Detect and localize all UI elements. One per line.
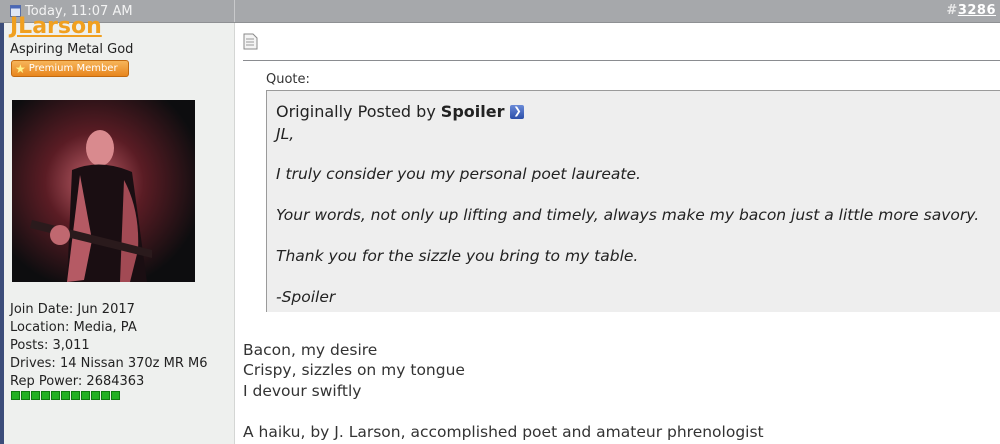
- post-divider: [243, 60, 1000, 61]
- quote-label: Quote:: [266, 72, 310, 87]
- reputation-bar: [11, 391, 120, 400]
- post-header-bar: Today, 11:07 AM #3286: [0, 0, 1000, 23]
- quote-author: Spoiler: [440, 102, 505, 121]
- rep-pip: [101, 391, 110, 400]
- rep-pip: [71, 391, 80, 400]
- quote-line: JL,: [276, 125, 295, 143]
- star-icon: ★: [15, 61, 26, 76]
- avatar-image: [12, 100, 195, 282]
- rep-pip: [31, 391, 40, 400]
- post-text-line: Bacon, my desire: [243, 341, 378, 359]
- username-link[interactable]: JLarson: [10, 14, 102, 39]
- post-count: Posts: 3,011: [10, 338, 90, 353]
- rep-pip: [21, 391, 30, 400]
- post-number-link[interactable]: 3286: [958, 3, 996, 18]
- quote-line: I truly consider you my personal poet la…: [276, 165, 641, 183]
- post-number: #3286: [946, 0, 996, 22]
- quote-line: Your words, not only up lifting and time…: [276, 206, 980, 224]
- user-title: Aspiring Metal God: [10, 42, 134, 57]
- view-post-arrow-icon[interactable]: ❯: [510, 104, 525, 119]
- premium-badge-label: Premium Member: [28, 63, 118, 74]
- post-icon: [243, 33, 258, 50]
- rep-pip: [61, 391, 70, 400]
- rep-pip: [91, 391, 100, 400]
- header-divider: [234, 0, 235, 22]
- rep-pip: [51, 391, 60, 400]
- quote-box: Originally Posted by Spoiler ❯ JL, I tru…: [266, 90, 1000, 312]
- rep-power: Rep Power: 2684363: [10, 374, 145, 389]
- post-text-line: I devour swiftly: [243, 382, 362, 400]
- avatar[interactable]: [12, 100, 195, 282]
- originally-posted-by: Originally Posted by: [276, 102, 436, 121]
- user-stats: Join Date: Jun 2017 Location: Media, PA …: [10, 301, 207, 391]
- quote-header: Originally Posted by Spoiler ❯: [276, 102, 525, 121]
- rep-pip: [81, 391, 90, 400]
- rep-pip: [41, 391, 50, 400]
- premium-member-badge: ★ Premium Member: [11, 60, 129, 77]
- quote-line: Thank you for the sizzle you bring to my…: [276, 247, 639, 265]
- column-separator: [234, 23, 235, 444]
- quote-line: -Spoiler: [276, 288, 336, 306]
- rep-pip: [11, 391, 20, 400]
- post-text-line: A haiku, by J. Larson, accomplished poet…: [243, 423, 764, 441]
- post-number-prefix: #: [946, 3, 958, 18]
- drives: Drives: 14 Nissan 370z MR M6: [10, 356, 208, 371]
- location: Location: Media, PA: [10, 320, 137, 335]
- rep-pip: [111, 391, 120, 400]
- join-date: Join Date: Jun 2017: [10, 302, 135, 317]
- post-text-line: Crispy, sizzles on my tongue: [243, 361, 465, 379]
